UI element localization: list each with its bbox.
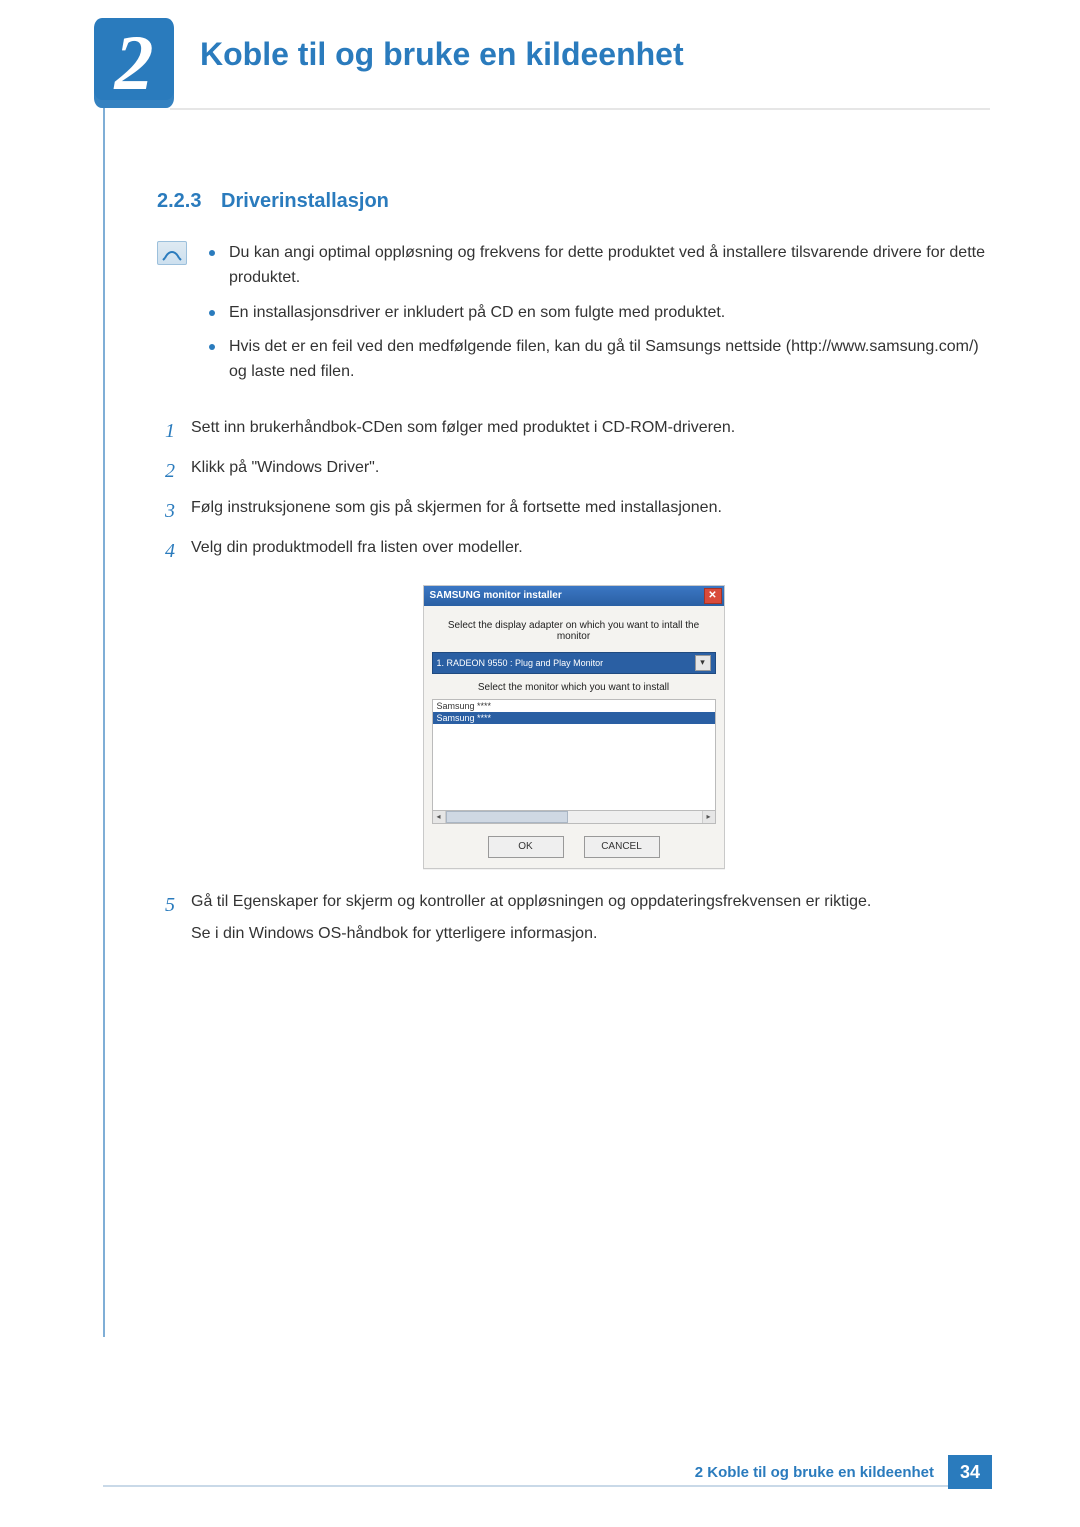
monitor-listbox[interactable]: Samsung **** Samsung **** — [432, 699, 716, 811]
section-title: Driverinstallasjon — [221, 190, 389, 212]
note-text: Hvis det er en feil ved den medfølgende … — [229, 335, 990, 385]
chevron-down-icon[interactable]: ▾ — [695, 655, 711, 671]
list-item-selected[interactable]: Samsung **** — [433, 712, 715, 724]
section-number: 2.2.3 — [157, 190, 201, 212]
chapter-badge: 2 — [94, 18, 174, 108]
note-block: Du kan angi optimal oppløsning og frekve… — [157, 241, 990, 395]
chapter-title: Koble til og bruke en kildeenhet — [200, 36, 684, 73]
steps-list-continued: 5 Gå til Egenskaper for skjerm og kontro… — [157, 889, 990, 946]
step-item: 3 Følg instruksjonene som gis på skjerme… — [157, 495, 990, 527]
installer-titlebar: SAMSUNG monitor installer ✕ — [424, 586, 724, 606]
chapter-badge-shape: 2 — [94, 18, 174, 108]
bullet-icon — [209, 250, 215, 256]
content-area: 2.2.3 Driverinstallasjon Du kan angi opt… — [157, 190, 990, 954]
note-item: En installasjonsdriver er inkludert på C… — [209, 301, 990, 326]
left-margin-rule — [103, 20, 105, 1337]
step-text: Klikk på "Windows Driver". — [191, 455, 990, 487]
scroll-right-icon[interactable]: ▸ — [702, 811, 715, 823]
note-item: Hvis det er en feil ved den medfølgende … — [209, 335, 990, 385]
note-list: Du kan angi optimal oppløsning og frekve… — [209, 241, 990, 395]
step-item: 1 Sett inn brukerhåndbok-CDen som følger… — [157, 415, 990, 447]
note-item: Du kan angi optimal oppløsning og frekve… — [209, 241, 990, 291]
step-text: Velg din produktmodell fra listen over m… — [191, 535, 990, 567]
step-number: 4 — [157, 535, 175, 567]
step-number: 1 — [157, 415, 175, 447]
footer-text: 2 Koble til og bruke en kildeenhet — [695, 1464, 948, 1481]
step-number: 3 — [157, 495, 175, 527]
step-text: Gå til Egenskaper for skjerm og kontroll… — [191, 889, 990, 946]
list-item[interactable]: Samsung **** — [433, 700, 715, 712]
bullet-icon — [209, 344, 215, 350]
installer-button-row: OK CANCEL — [432, 836, 716, 858]
installer-dialog: SAMSUNG monitor installer ✕ Select the d… — [423, 585, 725, 869]
chapter-number: 2 — [115, 24, 154, 102]
step-item: 4 Velg din produktmodell fra listen over… — [157, 535, 990, 567]
step-number: 5 — [157, 889, 175, 946]
document-page: { "chapter": { "number": "2", "title": "… — [0, 0, 1080, 1527]
step-text-main: Gå til Egenskaper for skjerm og kontroll… — [191, 893, 871, 910]
step-number: 2 — [157, 455, 175, 487]
note-text: Du kan angi optimal oppløsning og frekve… — [229, 241, 990, 291]
scroll-track[interactable] — [446, 811, 702, 823]
bullet-icon — [209, 310, 215, 316]
steps-list: 1 Sett inn brukerhåndbok-CDen som følger… — [157, 415, 990, 567]
horizontal-scrollbar[interactable]: ◂ ▸ — [432, 811, 716, 824]
page-number: 34 — [948, 1455, 992, 1489]
step-item: 2 Klikk på "Windows Driver". — [157, 455, 990, 487]
scroll-left-icon[interactable]: ◂ — [433, 811, 446, 823]
installer-instruction-2: Select the monitor which you want to ins… — [432, 682, 716, 693]
installer-instruction-1: Select the display adapter on which you … — [432, 620, 716, 642]
installer-body: Select the display adapter on which you … — [424, 606, 724, 868]
section-heading: 2.2.3 Driverinstallasjon — [157, 190, 990, 213]
adapter-selected: 1. RADEON 9550 : Plug and Play Monitor — [437, 658, 695, 668]
installer-title: SAMSUNG monitor installer — [430, 590, 562, 601]
scroll-thumb[interactable] — [446, 811, 568, 823]
step-text: Sett inn brukerhåndbok-CDen som følger m… — [191, 415, 990, 447]
note-icon — [157, 241, 187, 265]
step-text-sub: Se i din Windows OS-håndbok for ytterlig… — [191, 921, 990, 947]
cancel-button[interactable]: CANCEL — [584, 836, 660, 858]
adapter-dropdown[interactable]: 1. RADEON 9550 : Plug and Play Monitor ▾ — [432, 652, 716, 674]
ok-button[interactable]: OK — [488, 836, 564, 858]
step-item: 5 Gå til Egenskaper for skjerm og kontro… — [157, 889, 990, 946]
page-footer: 2 Koble til og bruke en kildeenhet 34 — [695, 1455, 992, 1489]
close-icon[interactable]: ✕ — [704, 588, 722, 604]
header-divider — [170, 108, 990, 110]
step-text: Følg instruksjonene som gis på skjermen … — [191, 495, 990, 527]
note-text: En installasjonsdriver er inkludert på C… — [229, 301, 990, 326]
